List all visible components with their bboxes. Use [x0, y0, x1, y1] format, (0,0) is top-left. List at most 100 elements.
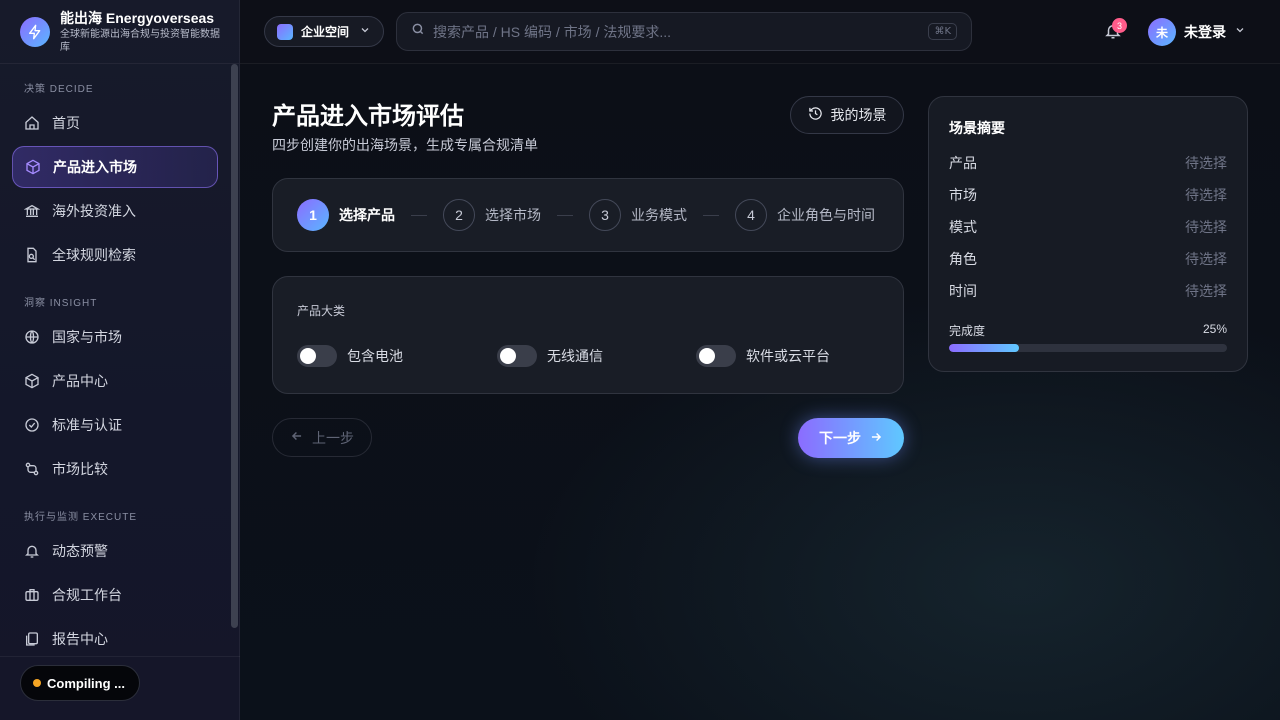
sidebar-item-compliance-workbench[interactable]: 合规工作台: [12, 574, 218, 616]
step-4[interactable]: 4 企业角色与时间: [735, 199, 875, 231]
my-scenes-button[interactable]: 我的场景: [790, 96, 904, 134]
page-title: 产品进入市场评估: [272, 103, 464, 130]
sidebar-item-rules-search[interactable]: 全球规则检索: [12, 234, 218, 276]
step-label: 业务模式: [631, 207, 687, 223]
topbar: 企业空间 ⌘K 3 未 未登录: [240, 0, 1280, 64]
notification-badge: 3: [1112, 18, 1127, 33]
toggle-switch[interactable]: [696, 345, 736, 367]
arrow-right-icon: [861, 430, 883, 447]
sidebar-item-label: 产品进入市场: [53, 159, 137, 175]
toggle-knob: [699, 348, 715, 364]
product-category-card: 产品大类 包含电池 无线通信 软件或云平台: [272, 276, 904, 394]
arrow-left-icon: [290, 429, 312, 446]
step-3[interactable]: 3 业务模式: [589, 199, 687, 231]
page-subtitle: 四步创建你的出海场景，生成专属合规清单: [272, 137, 538, 153]
summary-row-product: 产品 待选择: [949, 153, 1227, 173]
brand[interactable]: 能出海 Energyoverseas 全球新能源出海合规与投资智能数据库: [0, 0, 239, 64]
search-input[interactable]: [433, 23, 929, 40]
summary-row-mode: 模式 待选择: [949, 217, 1227, 237]
summary-row-time: 时间 待选择: [949, 281, 1227, 301]
search-shortcut: ⌘K: [928, 23, 957, 40]
sidebar-item-alerts[interactable]: 动态预警: [12, 530, 218, 572]
sidebar-item-label: 国家与市场: [52, 329, 122, 345]
step-number: 2: [443, 199, 475, 231]
sidebar-item-label: 首页: [52, 115, 80, 131]
progress-percent: 25%: [1202, 322, 1227, 336]
bank-icon: [24, 203, 40, 219]
summary-row-market: 市场 待选择: [949, 185, 1227, 205]
summary-key: 产品: [949, 155, 977, 171]
box-icon: [25, 159, 41, 175]
wizard-steps: 1 选择产品 2 选择市场 3 业务模式 4 企业角色与时间: [272, 178, 904, 252]
sidebar-item-label: 报告中心: [52, 631, 108, 647]
step-label: 选择产品: [339, 207, 395, 223]
check-circle-icon: [24, 417, 40, 433]
lightning-icon: [20, 16, 50, 47]
nav-section-insight: 洞察 INSIGHT: [24, 297, 98, 309]
step-number: 4: [735, 199, 767, 231]
sidebar-scrollbar[interactable]: [231, 64, 238, 628]
step-divider: [557, 214, 573, 216]
brand-subtitle: 全球新能源出海合规与投资智能数据库: [60, 28, 220, 53]
sidebar-item-label: 全球规则检索: [52, 247, 136, 263]
sidebar-item-label: 海外投资准入: [52, 203, 136, 219]
user-menu[interactable]: 未 未登录: [1148, 18, 1246, 46]
compiling-label: Compiling ...: [47, 675, 125, 691]
progress-label: 完成度: [949, 324, 986, 338]
globe-icon: [24, 329, 40, 345]
toggle-label: 包含电池: [347, 348, 403, 364]
compare-icon: [24, 461, 40, 477]
summary-key: 市场: [949, 187, 977, 203]
sidebar-item-label: 动态预警: [52, 543, 108, 559]
compiling-status: Compiling ...: [20, 665, 140, 701]
toggle-knob: [500, 348, 516, 364]
progress-bar: [949, 344, 1227, 352]
home-icon: [24, 115, 40, 131]
sidebar-footer: Compiling ...: [0, 656, 240, 720]
history-icon: [808, 106, 831, 124]
sidebar-nav: 决策 DECIDE 首页 产品进入市场 海外投资准入 全球规则检索 洞察 INS…: [0, 64, 230, 656]
step-label: 选择市场: [485, 207, 541, 223]
sidebar: 能出海 Energyoverseas 全球新能源出海合规与投资智能数据库 决策 …: [0, 0, 240, 720]
step-number: 1: [297, 199, 329, 231]
toggle-software-cloud[interactable]: 软件或云平台: [696, 345, 830, 367]
cube-icon: [24, 373, 40, 389]
report-icon: [24, 631, 40, 647]
search-icon: [411, 22, 425, 41]
brand-title: 能出海 Energyoverseas: [60, 9, 215, 26]
sidebar-item-label: 标准与认证: [52, 417, 122, 433]
sidebar-item-report-center[interactable]: 报告中心: [12, 618, 218, 656]
sidebar-item-product-center[interactable]: 产品中心: [12, 360, 218, 402]
sidebar-item-label: 产品中心: [52, 373, 108, 389]
sidebar-item-product-market-entry[interactable]: 产品进入市场: [12, 146, 218, 188]
toggle-label: 无线通信: [547, 348, 603, 364]
toggle-switch[interactable]: [497, 345, 537, 367]
sidebar-item-home[interactable]: 首页: [12, 102, 218, 144]
next-label: 下一步: [819, 430, 861, 446]
step-1[interactable]: 1 选择产品: [297, 199, 395, 231]
sidebar-item-standards[interactable]: 标准与认证: [12, 404, 218, 446]
summary-title: 场景摘要: [949, 120, 1005, 136]
previous-step-button[interactable]: 上一步: [272, 418, 372, 457]
status-dot: [33, 679, 41, 687]
step-2[interactable]: 2 选择市场: [443, 199, 541, 231]
chevron-down-icon: [359, 24, 371, 39]
step-divider: [703, 214, 719, 216]
sidebar-item-overseas-investment[interactable]: 海外投资准入: [12, 190, 218, 232]
sidebar-item-countries[interactable]: 国家与市场: [12, 316, 218, 358]
doc-search-icon: [24, 247, 40, 263]
step-divider: [411, 214, 427, 216]
scene-summary-panel: 场景摘要 产品 待选择 市场 待选择 模式 待选择 角色 待选择 时间 待选择 …: [928, 96, 1248, 372]
next-step-button[interactable]: 下一步: [798, 418, 904, 458]
toggle-switch[interactable]: [297, 345, 337, 367]
summary-key: 时间: [949, 283, 977, 299]
workspace-switcher[interactable]: 企业空间: [264, 16, 384, 47]
toggle-wireless[interactable]: 无线通信: [497, 345, 603, 367]
sidebar-item-market-compare[interactable]: 市场比较: [12, 448, 218, 490]
summary-value: 待选择: [1185, 283, 1227, 299]
progress-header: 完成度 25%: [949, 322, 1227, 339]
search-bar[interactable]: ⌘K: [396, 12, 972, 51]
workspace-icon: [277, 23, 293, 40]
toggle-battery[interactable]: 包含电池: [297, 345, 403, 367]
progress-fill: [949, 344, 1019, 352]
